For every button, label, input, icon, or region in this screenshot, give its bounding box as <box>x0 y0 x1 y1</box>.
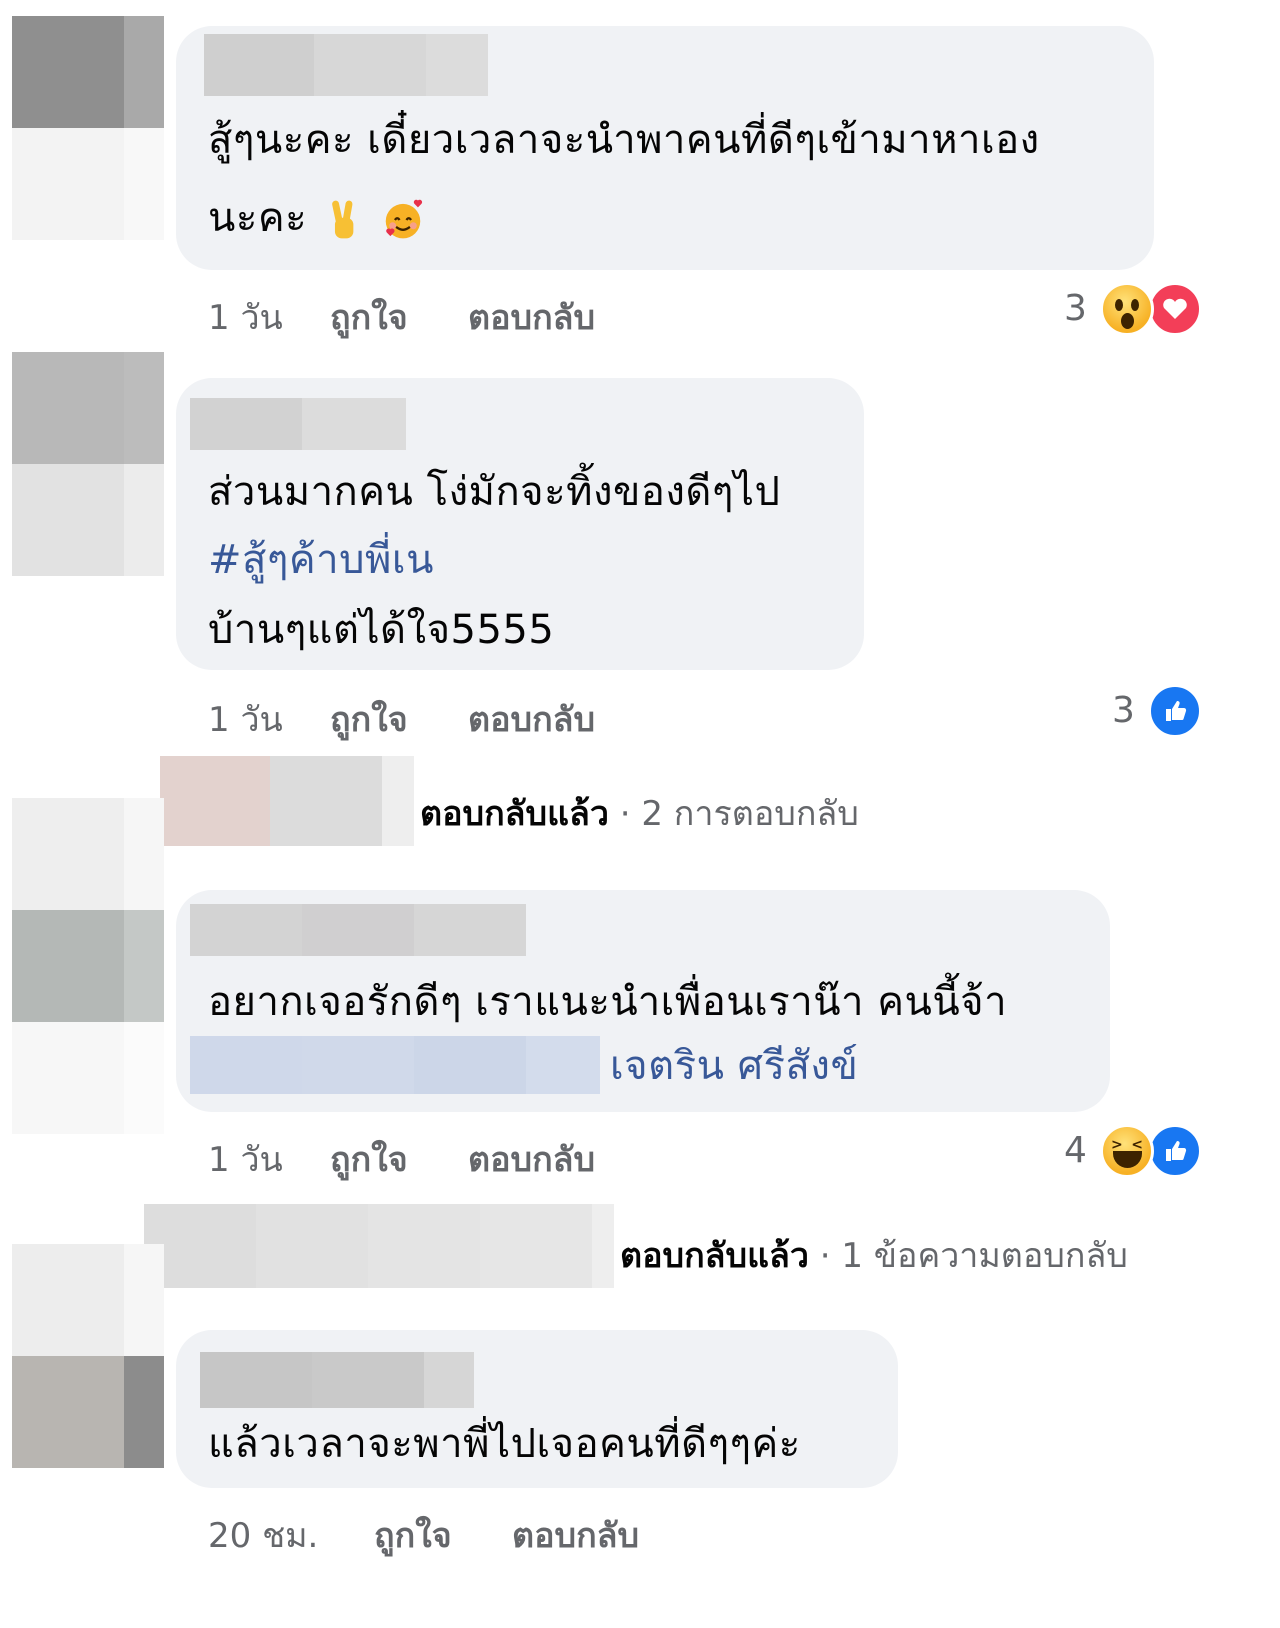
comment-text-line: บ้านๆแต่ได้ใจ5555 <box>208 607 555 653</box>
hashtag-link[interactable]: #สู้ๆค้าบพี่เน <box>208 524 434 596</box>
reply-avatars-blurred[interactable] <box>160 756 414 846</box>
like-action[interactable]: ถูกใจ <box>330 1132 408 1186</box>
commenter-name-blurred[interactable] <box>190 398 406 450</box>
view-replies-link[interactable]: ตอบกลับแล้ว · 2 การตอบกลับ <box>420 786 859 840</box>
reply-action[interactable]: ตอบกลับ <box>468 290 595 344</box>
avatar-blurred[interactable] <box>12 16 164 248</box>
reply-action[interactable]: ตอบกลับ <box>468 692 595 746</box>
wow-reaction-icon <box>1100 282 1154 336</box>
comment-time[interactable]: 20 ชม. <box>208 1508 318 1562</box>
commenter-name-blurred[interactable] <box>190 904 526 956</box>
reaction-count[interactable]: 4 <box>1064 1130 1087 1171</box>
commenter-name-blurred[interactable] <box>204 34 488 96</box>
avatar-blurred[interactable] <box>12 1244 164 1468</box>
avatar-blurred[interactable] <box>12 352 164 584</box>
reply-action[interactable]: ตอบกลับ <box>512 1508 639 1562</box>
mention-link[interactable]: เจตริน ศรีสังข์ <box>610 1030 858 1102</box>
like-action[interactable]: ถูกใจ <box>330 290 408 344</box>
comment-text-line: แล้วเวลาจะพาพี่ไปเจอคนที่ดีๆๆค่ะ <box>208 1421 801 1467</box>
reply-action[interactable]: ตอบกลับ <box>468 1132 595 1186</box>
comment-meta: 20 ชม. ถูกใจ ตอบกลับ <box>208 1508 668 1556</box>
like-action[interactable]: ถูกใจ <box>374 1508 452 1562</box>
comment-text-line: ส่วนมากคน โง่มักจะทิ้งของดีๆไป <box>208 469 781 515</box>
victory-hand-icon <box>332 200 354 239</box>
comment-text-line: นะคะ <box>208 182 426 254</box>
like-action[interactable]: ถูกใจ <box>330 692 408 746</box>
comment-time[interactable]: 1 วัน <box>208 1132 283 1186</box>
haha-reaction-icon: > < <box>1100 1124 1154 1178</box>
reply-avatars-blurred[interactable] <box>144 1204 614 1288</box>
comment-text-line: สู้ๆนะคะ เดี๋ยวเวลาจะนำพาคนที่ดีๆเข้ามาห… <box>208 117 1040 163</box>
avatar-blurred[interactable] <box>12 798 164 1134</box>
view-replies-link[interactable]: ตอบกลับแล้ว · 1 ข้อความตอบกลับ <box>620 1228 1128 1282</box>
commenter-name-blurred[interactable] <box>200 1352 474 1408</box>
mention-blurred[interactable] <box>190 1036 600 1094</box>
comment-time[interactable]: 1 วัน <box>208 290 283 344</box>
smiling-face-with-hearts-icon <box>385 199 422 239</box>
reaction-count[interactable]: 3 <box>1112 690 1135 731</box>
comment-text-line: อยากเจอรักดีๆ เราแนะนำเพื่อนเราน๊า คนนี้… <box>208 979 1008 1025</box>
like-reaction-icon <box>1148 684 1202 738</box>
love-reaction-icon <box>1148 282 1202 336</box>
comment-meta: 1 วัน ถูกใจ ตอบกลับ <box>208 290 628 338</box>
comment-meta: 1 วัน ถูกใจ ตอบกลับ <box>208 692 628 740</box>
reaction-count[interactable]: 3 <box>1064 288 1087 329</box>
comment-time[interactable]: 1 วัน <box>208 692 283 746</box>
comment-meta: 1 วัน ถูกใจ ตอบกลับ <box>208 1132 628 1180</box>
like-reaction-icon <box>1148 1124 1202 1178</box>
